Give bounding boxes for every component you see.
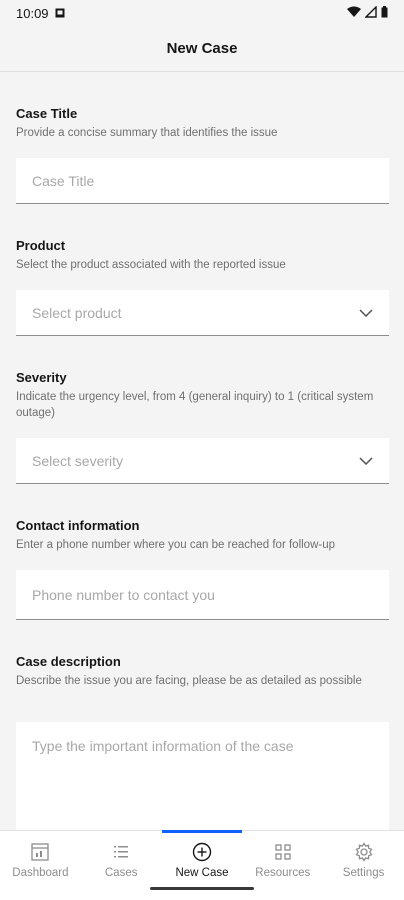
tab-dashboard[interactable]: Dashboard xyxy=(0,831,81,900)
tab-settings[interactable]: Settings xyxy=(323,831,404,900)
contact-label: Contact information xyxy=(16,518,140,533)
case-title-help: Provide a concise summary that identifie… xyxy=(16,127,278,139)
tab-cases[interactable]: Cases xyxy=(81,831,162,900)
battery-icon xyxy=(381,5,388,21)
page-title: New Case xyxy=(166,40,238,57)
home-indicator[interactable] xyxy=(150,887,254,890)
product-label: Product xyxy=(16,238,66,253)
case-title-group: Case Title Provide a concise summary tha… xyxy=(16,106,389,141)
product-placeholder: Select product xyxy=(32,304,122,321)
description-textarea[interactable]: Type the important information of the ca… xyxy=(16,722,389,830)
product-select[interactable]: Select product xyxy=(16,290,389,336)
tab-resources[interactable]: Resources xyxy=(242,831,323,900)
product-group: Product Select the product associated wi… xyxy=(16,238,389,273)
severity-group: Severity Indicate the urgency level, fro… xyxy=(16,370,389,421)
case-title-input[interactable]: Case Title xyxy=(16,158,389,204)
new-case-form: Case Title Provide a concise summary tha… xyxy=(0,72,404,830)
contact-help: Enter a phone number where you can be re… xyxy=(16,539,336,551)
product-help: Select the product associated with the r… xyxy=(16,259,286,271)
case-title-placeholder: Case Title xyxy=(32,172,95,189)
case-title-label: Case Title xyxy=(16,106,78,121)
dashboard-icon xyxy=(31,841,50,863)
notification-icon xyxy=(55,6,65,21)
description-placeholder: Type the important information of the ca… xyxy=(32,738,294,754)
tab-label: Cases xyxy=(104,867,138,879)
description-group: Case description Describe the issue you … xyxy=(16,654,389,689)
tab-label: Resources xyxy=(255,867,311,879)
chevron-down-icon xyxy=(359,308,373,317)
description-label: Case description xyxy=(16,654,121,669)
phone-placeholder: Phone number to contact you xyxy=(32,586,215,603)
list-icon xyxy=(112,841,130,863)
phone-input[interactable]: Phone number to contact you xyxy=(16,570,389,620)
status-bar: 10:09 xyxy=(0,0,404,26)
severity-label: Severity xyxy=(16,370,67,385)
severity-help: Indicate the urgency level, from 4 (gene… xyxy=(16,391,374,419)
tab-label: New Case xyxy=(175,867,229,879)
app-header: New Case xyxy=(0,26,404,72)
tab-label: Settings xyxy=(342,867,385,879)
grid-icon xyxy=(274,841,292,863)
add-circle-icon xyxy=(192,841,212,863)
gear-icon xyxy=(354,841,374,863)
description-help: Describe the issue you are facing, pleas… xyxy=(16,675,362,687)
wifi-icon xyxy=(347,6,361,21)
status-time: 10:09 xyxy=(16,5,49,21)
contact-group: Contact information Enter a phone number… xyxy=(16,518,389,553)
signal-icon xyxy=(364,4,377,21)
chevron-down-icon xyxy=(359,456,373,465)
tab-label: Dashboard xyxy=(12,867,69,879)
severity-select[interactable]: Select severity xyxy=(16,438,389,484)
severity-placeholder: Select severity xyxy=(32,452,124,469)
